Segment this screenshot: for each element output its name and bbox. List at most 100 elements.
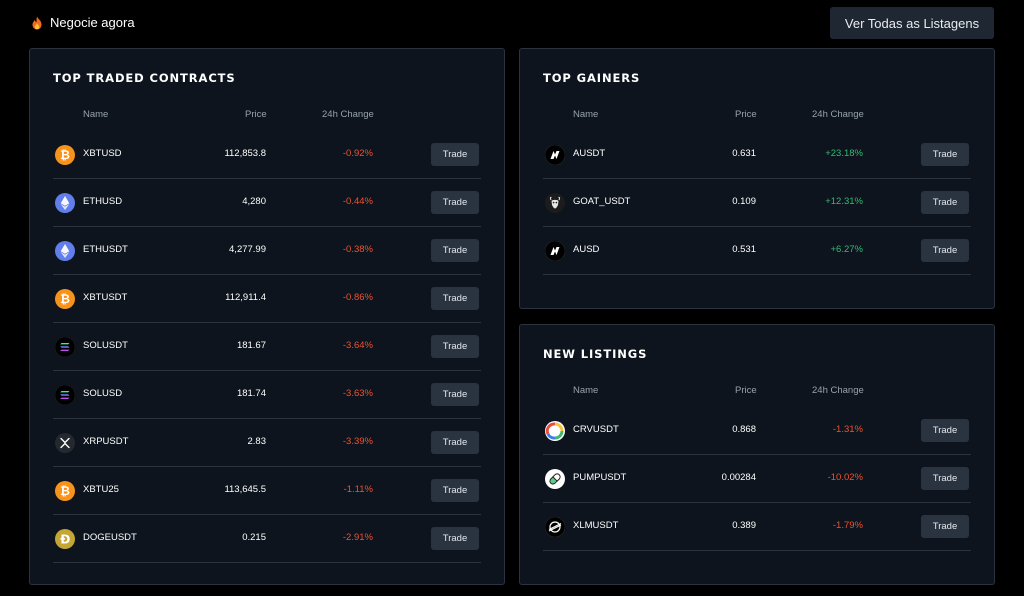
change-value: -3.64%	[342, 340, 373, 351]
a-token-icon	[545, 145, 565, 165]
trade-button[interactable]: Trade	[431, 335, 479, 358]
trade-button[interactable]: Trade	[431, 239, 479, 262]
price-value: 113,645.5	[224, 484, 266, 495]
trade-button[interactable]: Trade	[431, 431, 479, 454]
table-row: Ð DOGEUSDT 0.215 -2.91% Trade	[53, 515, 481, 563]
symbol-label: AUSDT	[573, 148, 606, 159]
symbol-label: AUSD	[573, 244, 600, 255]
change-value: -3.63%	[342, 388, 373, 399]
symbol-label: CRVUSDT	[573, 424, 619, 435]
goat-icon	[545, 193, 565, 213]
column-header-price: Price	[735, 109, 757, 120]
page-title: Negocie agora	[50, 15, 135, 30]
trade-button[interactable]: Trade	[431, 479, 479, 502]
price-value: 0.531	[732, 244, 756, 255]
table-row: CRVUSDT 0.868 -1.31% Trade	[543, 407, 971, 455]
symbol-label: SOLUSD	[83, 388, 123, 399]
change-value: +6.27%	[830, 244, 864, 255]
trade-button[interactable]: Trade	[431, 143, 479, 166]
column-header-price: Price	[735, 385, 757, 396]
trade-button[interactable]: Trade	[431, 527, 479, 550]
table-row: ETHUSDT 4,277.99 -0.38% Trade	[53, 227, 481, 275]
ethereum-icon	[55, 241, 75, 261]
bitcoin-icon: ₿	[55, 481, 75, 501]
dogecoin-icon: Ð	[55, 529, 75, 549]
price-value: 112,853.8	[224, 148, 266, 159]
symbol-label: SOLUSDT	[83, 340, 128, 351]
table-row: XRPUSDT 2.83 -3.39% Trade	[53, 419, 481, 467]
column-header-name: Name	[573, 109, 599, 120]
svg-text:Ð: Ð	[60, 532, 70, 546]
card-title: TOP GAINERS	[543, 71, 641, 85]
table-header: Name Price 24h Change	[53, 109, 481, 123]
table-row: SOLUSD 181.74 -3.63% Trade	[53, 371, 481, 419]
change-value: -3.39%	[342, 436, 373, 447]
svg-text:₿: ₿	[60, 148, 70, 162]
price-value: 0.00284	[721, 472, 756, 483]
fire-icon	[31, 16, 43, 30]
pill-icon	[545, 469, 565, 489]
table-row: AUSDT 0.631 +23.18% Trade	[543, 131, 971, 179]
price-value: 4,277.99	[229, 244, 266, 255]
column-header-price: Price	[245, 109, 267, 120]
stellar-icon	[545, 517, 565, 537]
symbol-label: DOGEUSDT	[83, 532, 137, 543]
price-value: 2.83	[247, 436, 267, 447]
solana-icon	[55, 337, 75, 357]
new-listings-card: NEW LISTINGS Name Price 24h Change CRVUS…	[519, 324, 995, 585]
svg-text:₿: ₿	[60, 292, 70, 306]
change-value: -0.38%	[342, 244, 373, 255]
table-header: Name Price 24h Change	[543, 385, 971, 399]
ethereum-icon	[55, 193, 75, 213]
change-value: +23.18%	[825, 148, 863, 159]
card-title: TOP TRADED CONTRACTS	[53, 71, 236, 85]
symbol-label: XRPUSDT	[83, 436, 129, 447]
price-value: 0.389	[732, 520, 756, 531]
symbol-label: XBTU25	[83, 484, 119, 495]
contracts-list: ₿ XBTUSD 112,853.8 -0.92% Trade ETHUSD 4,280 -0…	[53, 131, 481, 563]
table-header: Name Price 24h Change	[543, 109, 971, 123]
gainers-list: AUSDT 0.631 +23.18% Trade GOAT_USDT 0.109 +12.…	[543, 131, 971, 275]
price-value: 181.74	[236, 388, 266, 399]
change-value: -10.02%	[827, 472, 863, 483]
trade-button[interactable]: Trade	[431, 287, 479, 310]
bitcoin-icon: ₿	[55, 289, 75, 309]
column-header-name: Name	[83, 109, 109, 120]
solana-icon	[55, 385, 75, 405]
change-value: -0.44%	[342, 196, 373, 207]
trade-button[interactable]: Trade	[921, 467, 969, 490]
price-value: 0.215	[242, 532, 266, 543]
top-gainers-card: TOP GAINERS Name Price 24h Change AUSDT 0…	[519, 48, 995, 309]
symbol-label: ETHUSDT	[83, 244, 128, 255]
price-value: 4,280	[242, 196, 266, 207]
trade-button[interactable]: Trade	[921, 515, 969, 538]
trade-button[interactable]: Trade	[921, 419, 969, 442]
top-bar: Negocie agora Ver Todas as Listagens	[0, 0, 1024, 48]
trade-button[interactable]: Trade	[921, 239, 969, 262]
symbol-label: PUMPUSDT	[573, 472, 627, 483]
top-traded-contracts-card: TOP TRADED CONTRACTS Name Price 24h Chan…	[29, 48, 505, 585]
symbol-label: ETHUSD	[83, 196, 123, 207]
change-value: -1.31%	[832, 424, 863, 435]
card-title: NEW LISTINGS	[543, 347, 648, 361]
change-value: -2.91%	[342, 532, 373, 543]
price-value: 181.67	[236, 340, 266, 351]
price-value: 112,911.4	[225, 292, 266, 303]
trade-button[interactable]: Trade	[921, 143, 969, 166]
view-all-listings-button[interactable]: Ver Todas as Listagens	[830, 7, 994, 39]
svg-text:₿: ₿	[60, 484, 70, 498]
table-row: PUMPUSDT 0.00284 -10.02% Trade	[543, 455, 971, 503]
table-row: ₿ XBTUSDT 112,911.4 -0.86% Trade	[53, 275, 481, 323]
column-header-change: 24h Change	[322, 109, 374, 120]
bitcoin-icon: ₿	[55, 145, 75, 165]
a-token-icon	[545, 241, 565, 261]
change-value: -0.86%	[342, 292, 373, 303]
change-value: -1.11%	[343, 484, 373, 495]
price-value: 0.109	[732, 196, 756, 207]
trade-button[interactable]: Trade	[921, 191, 969, 214]
table-row: AUSD 0.531 +6.27% Trade	[543, 227, 971, 275]
change-value: -0.92%	[342, 148, 373, 159]
column-header-change: 24h Change	[812, 109, 864, 120]
trade-button[interactable]: Trade	[431, 191, 479, 214]
trade-button[interactable]: Trade	[431, 383, 479, 406]
